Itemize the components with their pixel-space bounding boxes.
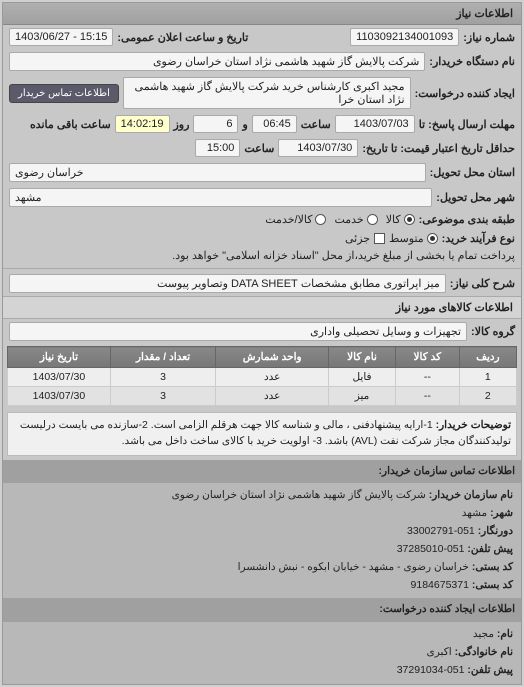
radio-both[interactable]: کالا/خدمت: [265, 213, 326, 226]
table-cell: 1: [459, 368, 516, 387]
table-cell: 3: [110, 387, 215, 406]
table-header: کد کالا: [396, 347, 460, 368]
table-header: تعداد / مقدار: [110, 347, 215, 368]
lbl-city: شهر:: [490, 507, 513, 519]
val-lname: اکبری: [427, 646, 452, 658]
field-remaining-days: 6: [193, 115, 238, 133]
table-cell: --: [396, 387, 460, 406]
field-group: تجهیزات و وسایل تحصیلی واداری: [9, 322, 467, 341]
val-postal-addr: خراسان رضوی - مشهد - خیابان ابکوه - نبش …: [238, 561, 469, 573]
table-row[interactable]: 2--میزعدد31403/07/30: [8, 387, 517, 406]
val-name: مجید: [473, 628, 494, 640]
table-cell: --: [396, 368, 460, 387]
subheader-goods: اطلاعات کالاهای مورد نیاز: [3, 296, 521, 319]
label-request-no: شماره نیاز:: [463, 31, 515, 44]
table-cell: عدد: [216, 387, 329, 406]
val-fax: 051-33002791: [407, 525, 475, 537]
field-validity-date: 1403/07/30: [278, 139, 358, 157]
label-validity: حداقل تاریخ اعتبار قیمت: تا تاریخ:: [362, 142, 515, 155]
field-validity-time: 15:00: [195, 139, 240, 157]
lbl-phone: پیش تلفن:: [467, 543, 513, 555]
field-announce-date: 15:15 - 1403/06/27: [9, 28, 113, 46]
label-announce-date: تاریخ و ساعت اعلان عمومی:: [117, 31, 248, 44]
field-deadline-date: 1403/07/03: [335, 115, 415, 133]
section-header-info: اطلاعات نیاز: [3, 3, 521, 25]
lbl-fax: دورنگار:: [478, 525, 513, 537]
val-postal-code: 9184675371: [411, 579, 469, 591]
label-summary: شرح کلی نیاز:: [450, 277, 515, 290]
lbl-postal-code: کد بستی:: [472, 579, 513, 591]
table-header: نام کالا: [329, 347, 396, 368]
label-delivery-state: استان محل تحویل:: [430, 166, 515, 179]
field-creator: مجید اکبری کارشناس خرید شرکت پالایش گاز …: [123, 77, 411, 109]
subject-type-radio-group: کالا خدمت کالا/خدمت: [265, 213, 414, 226]
label-time-1: ساعت: [301, 118, 331, 131]
val-phone: 051-37285010: [397, 543, 465, 555]
field-delivery-state: خراسان رضوی: [9, 163, 426, 182]
field-deadline-time: 06:45: [252, 115, 297, 133]
label-and: و: [242, 118, 247, 131]
radio-icon: [367, 214, 378, 225]
lbl-postal-addr: کد بستی:: [472, 561, 513, 573]
checkbox-partial[interactable]: [374, 233, 385, 244]
table-cell: فایل: [329, 368, 396, 387]
radio-medium-label: متوسط: [389, 232, 424, 245]
val-city: مشهد: [462, 507, 487, 519]
label-notes: توضیحات خریدار:: [436, 419, 511, 431]
field-remaining-time: 14:02:19: [115, 115, 170, 133]
contact-creator-header: اطلاعات ایجاد کننده درخواست:: [3, 598, 521, 622]
label-buyer-org: نام دستگاه خریدار:: [429, 55, 515, 68]
label-delivery-city: شهر محل تحویل:: [436, 191, 515, 204]
lbl-tel: پیش تلفن:: [467, 664, 513, 676]
field-delivery-city: مشهد: [9, 188, 432, 207]
table-cell: میز: [329, 387, 396, 406]
label-group: گروه کالا:: [471, 325, 515, 338]
radio-both-label: کالا/خدمت: [265, 213, 312, 226]
radio-icon: [427, 233, 438, 244]
val-tel: 051-37291034: [397, 664, 465, 676]
label-day: روز: [174, 118, 190, 131]
radio-goods[interactable]: کالا: [386, 213, 415, 226]
label-creator: ایجاد کننده درخواست:: [415, 87, 515, 100]
radio-service-label: خدمت: [334, 213, 363, 226]
contact-buyer-button[interactable]: اطلاعات تماس خریدار: [9, 84, 119, 103]
radio-icon: [315, 214, 326, 225]
table-header: ردیف: [459, 347, 516, 368]
table-cell: 1403/07/30: [8, 368, 111, 387]
table-cell: 2: [459, 387, 516, 406]
table-cell: عدد: [216, 368, 329, 387]
field-request-no: 1103092134001093: [350, 28, 459, 46]
table-cell: 1403/07/30: [8, 387, 111, 406]
radio-icon: [404, 214, 415, 225]
lbl-org-name: نام سازمان خریدار:: [429, 489, 513, 501]
goods-table: ردیفکد کالانام کالاواحد شمارشتعداد / مقد…: [7, 346, 517, 406]
table-cell: 3: [110, 368, 215, 387]
label-remaining: ساعت باقی مانده: [30, 118, 111, 131]
radio-goods-label: کالا: [386, 213, 401, 226]
label-deadline: مهلت ارسال پاسخ: تا: [419, 118, 515, 131]
radio-service[interactable]: خدمت: [334, 213, 377, 226]
payment-note: پرداخت تمام یا بخشی از مبلغ خرید،از محل …: [172, 249, 515, 262]
lbl-lname: نام خانوادگی:: [455, 646, 513, 658]
table-header: تاریخ نیاز: [8, 347, 111, 368]
contact-buyer-header: اطلاعات تماس سازمان خریدار:: [3, 460, 521, 484]
field-summary: میز اپراتوری مطابق مشخصات DATA SHEET وتص…: [9, 274, 446, 293]
field-buyer-org: شرکت پالایش گاز شهید هاشمی نژاد استان خر…: [9, 52, 425, 71]
label-time-2: ساعت: [244, 142, 274, 155]
val-org-name: شرکت پالایش گاز شهید هاشمی نژاد استان خر…: [172, 489, 426, 501]
label-subject-type: طبقه بندی موضوعی:: [419, 213, 515, 226]
label-payment-type: نوع فرآیند خرید:: [442, 232, 515, 245]
checkbox-partial-label: جزئی: [345, 232, 370, 245]
table-header: واحد شمارش: [216, 347, 329, 368]
table-row[interactable]: 1--فایلعدد31403/07/30: [8, 368, 517, 387]
radio-medium[interactable]: متوسط: [389, 232, 438, 245]
lbl-name: نام:: [497, 628, 513, 640]
